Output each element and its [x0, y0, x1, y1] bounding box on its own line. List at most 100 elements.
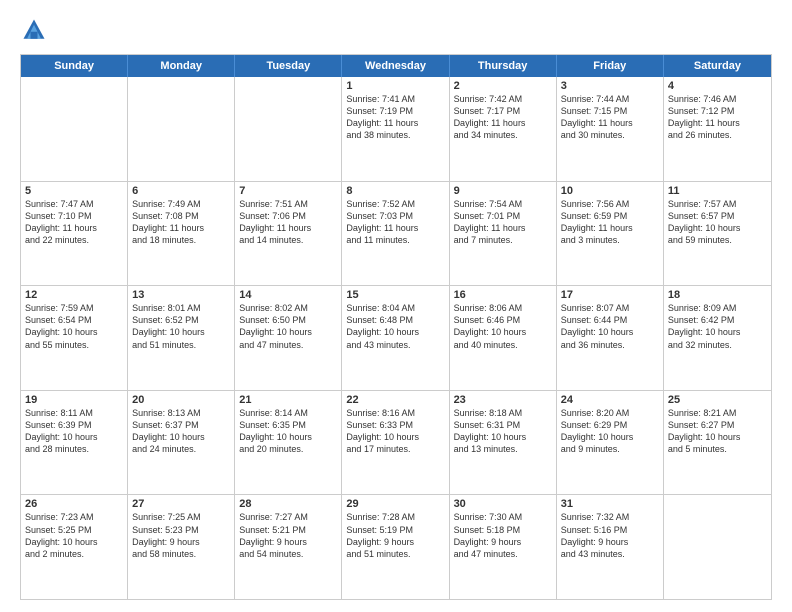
day-info: Sunrise: 8:20 AM Sunset: 6:29 PM Dayligh… — [561, 407, 659, 456]
day-info: Sunrise: 8:07 AM Sunset: 6:44 PM Dayligh… — [561, 302, 659, 351]
calendar-row-0: 1Sunrise: 7:41 AM Sunset: 7:19 PM Daylig… — [21, 77, 771, 181]
empty-cell-0-1 — [128, 77, 235, 181]
day-cell-6: 6Sunrise: 7:49 AM Sunset: 7:08 PM Daylig… — [128, 182, 235, 286]
day-info: Sunrise: 7:30 AM Sunset: 5:18 PM Dayligh… — [454, 511, 552, 560]
day-info: Sunrise: 7:59 AM Sunset: 6:54 PM Dayligh… — [25, 302, 123, 351]
day-info: Sunrise: 8:18 AM Sunset: 6:31 PM Dayligh… — [454, 407, 552, 456]
empty-cell-4-6 — [664, 495, 771, 599]
day-info: Sunrise: 7:51 AM Sunset: 7:06 PM Dayligh… — [239, 198, 337, 247]
day-cell-20: 20Sunrise: 8:13 AM Sunset: 6:37 PM Dayli… — [128, 391, 235, 495]
day-number: 26 — [25, 498, 123, 510]
day-info: Sunrise: 8:02 AM Sunset: 6:50 PM Dayligh… — [239, 302, 337, 351]
day-number: 24 — [561, 394, 659, 406]
day-cell-8: 8Sunrise: 7:52 AM Sunset: 7:03 PM Daylig… — [342, 182, 449, 286]
day-number: 19 — [25, 394, 123, 406]
day-cell-24: 24Sunrise: 8:20 AM Sunset: 6:29 PM Dayli… — [557, 391, 664, 495]
day-cell-1: 1Sunrise: 7:41 AM Sunset: 7:19 PM Daylig… — [342, 77, 449, 181]
calendar-body: 1Sunrise: 7:41 AM Sunset: 7:19 PM Daylig… — [21, 77, 771, 599]
calendar-row-1: 5Sunrise: 7:47 AM Sunset: 7:10 PM Daylig… — [21, 181, 771, 286]
day-info: Sunrise: 8:14 AM Sunset: 6:35 PM Dayligh… — [239, 407, 337, 456]
day-number: 9 — [454, 185, 552, 197]
day-number: 31 — [561, 498, 659, 510]
day-number: 30 — [454, 498, 552, 510]
day-number: 20 — [132, 394, 230, 406]
day-cell-12: 12Sunrise: 7:59 AM Sunset: 6:54 PM Dayli… — [21, 286, 128, 390]
day-number: 7 — [239, 185, 337, 197]
day-number: 11 — [668, 185, 767, 197]
weekday-header-friday: Friday — [557, 55, 664, 77]
day-number: 6 — [132, 185, 230, 197]
day-cell-14: 14Sunrise: 8:02 AM Sunset: 6:50 PM Dayli… — [235, 286, 342, 390]
day-number: 12 — [25, 289, 123, 301]
weekday-header-saturday: Saturday — [664, 55, 771, 77]
day-info: Sunrise: 7:32 AM Sunset: 5:16 PM Dayligh… — [561, 511, 659, 560]
day-number: 16 — [454, 289, 552, 301]
day-number: 2 — [454, 80, 552, 92]
day-info: Sunrise: 7:47 AM Sunset: 7:10 PM Dayligh… — [25, 198, 123, 247]
day-number: 13 — [132, 289, 230, 301]
calendar-header: SundayMondayTuesdayWednesdayThursdayFrid… — [21, 55, 771, 77]
day-number: 25 — [668, 394, 767, 406]
day-info: Sunrise: 7:23 AM Sunset: 5:25 PM Dayligh… — [25, 511, 123, 560]
day-info: Sunrise: 7:42 AM Sunset: 7:17 PM Dayligh… — [454, 93, 552, 142]
day-cell-18: 18Sunrise: 8:09 AM Sunset: 6:42 PM Dayli… — [664, 286, 771, 390]
day-number: 29 — [346, 498, 444, 510]
day-cell-7: 7Sunrise: 7:51 AM Sunset: 7:06 PM Daylig… — [235, 182, 342, 286]
day-info: Sunrise: 7:49 AM Sunset: 7:08 PM Dayligh… — [132, 198, 230, 247]
calendar-row-2: 12Sunrise: 7:59 AM Sunset: 6:54 PM Dayli… — [21, 285, 771, 390]
day-cell-28: 28Sunrise: 7:27 AM Sunset: 5:21 PM Dayli… — [235, 495, 342, 599]
page: SundayMondayTuesdayWednesdayThursdayFrid… — [0, 0, 792, 612]
day-number: 4 — [668, 80, 767, 92]
day-cell-26: 26Sunrise: 7:23 AM Sunset: 5:25 PM Dayli… — [21, 495, 128, 599]
empty-cell-0-2 — [235, 77, 342, 181]
day-info: Sunrise: 7:41 AM Sunset: 7:19 PM Dayligh… — [346, 93, 444, 142]
weekday-header-sunday: Sunday — [21, 55, 128, 77]
logo-icon — [20, 16, 48, 44]
day-cell-21: 21Sunrise: 8:14 AM Sunset: 6:35 PM Dayli… — [235, 391, 342, 495]
day-cell-22: 22Sunrise: 8:16 AM Sunset: 6:33 PM Dayli… — [342, 391, 449, 495]
day-info: Sunrise: 8:13 AM Sunset: 6:37 PM Dayligh… — [132, 407, 230, 456]
day-number: 14 — [239, 289, 337, 301]
day-number: 3 — [561, 80, 659, 92]
calendar: SundayMondayTuesdayWednesdayThursdayFrid… — [20, 54, 772, 600]
calendar-row-3: 19Sunrise: 8:11 AM Sunset: 6:39 PM Dayli… — [21, 390, 771, 495]
day-info: Sunrise: 7:52 AM Sunset: 7:03 PM Dayligh… — [346, 198, 444, 247]
day-number: 17 — [561, 289, 659, 301]
day-cell-17: 17Sunrise: 8:07 AM Sunset: 6:44 PM Dayli… — [557, 286, 664, 390]
day-cell-16: 16Sunrise: 8:06 AM Sunset: 6:46 PM Dayli… — [450, 286, 557, 390]
day-number: 22 — [346, 394, 444, 406]
day-cell-5: 5Sunrise: 7:47 AM Sunset: 7:10 PM Daylig… — [21, 182, 128, 286]
day-number: 27 — [132, 498, 230, 510]
day-info: Sunrise: 8:16 AM Sunset: 6:33 PM Dayligh… — [346, 407, 444, 456]
day-number: 15 — [346, 289, 444, 301]
day-info: Sunrise: 7:56 AM Sunset: 6:59 PM Dayligh… — [561, 198, 659, 247]
weekday-header-thursday: Thursday — [450, 55, 557, 77]
day-cell-29: 29Sunrise: 7:28 AM Sunset: 5:19 PM Dayli… — [342, 495, 449, 599]
day-info: Sunrise: 7:54 AM Sunset: 7:01 PM Dayligh… — [454, 198, 552, 247]
day-info: Sunrise: 8:01 AM Sunset: 6:52 PM Dayligh… — [132, 302, 230, 351]
day-number: 23 — [454, 394, 552, 406]
day-cell-19: 19Sunrise: 8:11 AM Sunset: 6:39 PM Dayli… — [21, 391, 128, 495]
day-cell-2: 2Sunrise: 7:42 AM Sunset: 7:17 PM Daylig… — [450, 77, 557, 181]
calendar-row-4: 26Sunrise: 7:23 AM Sunset: 5:25 PM Dayli… — [21, 494, 771, 599]
day-info: Sunrise: 8:06 AM Sunset: 6:46 PM Dayligh… — [454, 302, 552, 351]
day-number: 18 — [668, 289, 767, 301]
day-cell-10: 10Sunrise: 7:56 AM Sunset: 6:59 PM Dayli… — [557, 182, 664, 286]
day-number: 28 — [239, 498, 337, 510]
weekday-header-monday: Monday — [128, 55, 235, 77]
empty-cell-0-0 — [21, 77, 128, 181]
day-cell-25: 25Sunrise: 8:21 AM Sunset: 6:27 PM Dayli… — [664, 391, 771, 495]
day-cell-27: 27Sunrise: 7:25 AM Sunset: 5:23 PM Dayli… — [128, 495, 235, 599]
day-info: Sunrise: 7:27 AM Sunset: 5:21 PM Dayligh… — [239, 511, 337, 560]
day-cell-3: 3Sunrise: 7:44 AM Sunset: 7:15 PM Daylig… — [557, 77, 664, 181]
day-info: Sunrise: 8:09 AM Sunset: 6:42 PM Dayligh… — [668, 302, 767, 351]
day-cell-30: 30Sunrise: 7:30 AM Sunset: 5:18 PM Dayli… — [450, 495, 557, 599]
day-number: 8 — [346, 185, 444, 197]
day-info: Sunrise: 7:25 AM Sunset: 5:23 PM Dayligh… — [132, 511, 230, 560]
day-cell-31: 31Sunrise: 7:32 AM Sunset: 5:16 PM Dayli… — [557, 495, 664, 599]
header — [20, 16, 772, 44]
day-info: Sunrise: 7:44 AM Sunset: 7:15 PM Dayligh… — [561, 93, 659, 142]
logo — [20, 16, 52, 44]
day-cell-11: 11Sunrise: 7:57 AM Sunset: 6:57 PM Dayli… — [664, 182, 771, 286]
day-info: Sunrise: 7:57 AM Sunset: 6:57 PM Dayligh… — [668, 198, 767, 247]
